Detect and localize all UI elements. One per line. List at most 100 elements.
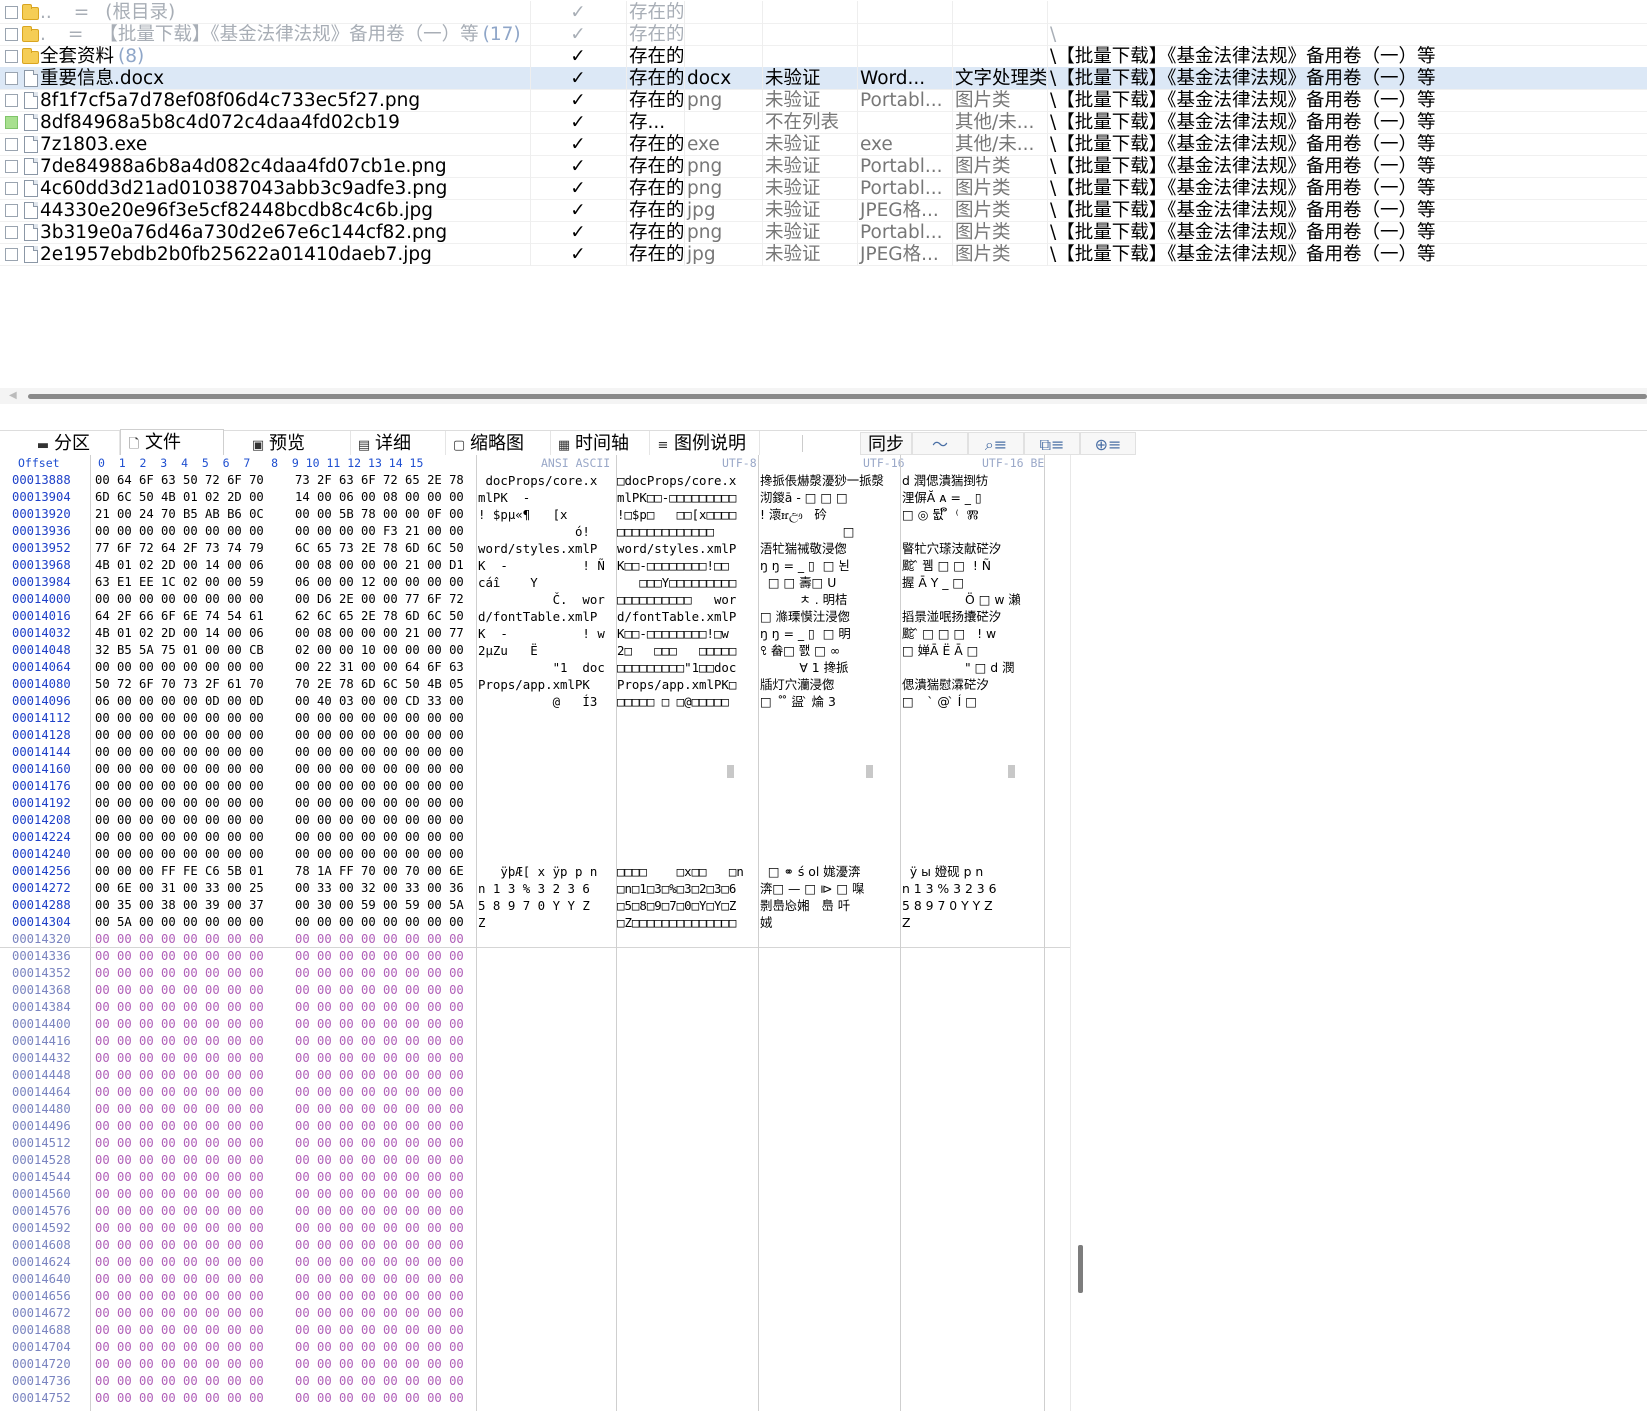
tab-preview[interactable]: ▣ 预览	[245, 431, 351, 456]
hex-row-empty[interactable]: 00014352 00 00 00 00 00 00 00 00 00 00 00 …	[0, 965, 1070, 982]
hex-row-empty[interactable]: 00014752 00 00 00 00 00 00 00 00 00 00 00 …	[0, 1390, 1070, 1407]
wave-icon[interactable]: 〜	[912, 432, 968, 455]
file-name[interactable]: 44330e20e96f3e5cf82448bcdb8c4c6b.jpg	[40, 199, 530, 222]
file-row[interactable]: 7z1803.exe ✓ 存在的 exe 未验证 exe 其他/未... \【批量下载】《基金…	[0, 133, 1647, 156]
hex-row[interactable]: 00014304 00 5A 00 00 00 00 00 00 00 00 00 …	[0, 914, 1070, 931]
vertical-scroll-thumb[interactable]	[1078, 1245, 1083, 1293]
scroll-left-icon[interactable]: ◀	[9, 390, 17, 401]
file-row[interactable]: . = 【批量下载】《基金法律法规》备用卷（一）等 (17) ✓ 存在的 \	[0, 23, 1647, 46]
hex-row[interactable]: 00014144 00 00 00 00 00 00 00 00 00 00 00 …	[0, 744, 1070, 761]
file-row[interactable]: 8f1f7cf5a7d78ef08f06d4c733ec5f27.png ✓ 存在的…	[0, 89, 1647, 112]
hex-row-empty[interactable]: 00014368 00 00 00 00 00 00 00 00 00 00 00 …	[0, 982, 1070, 999]
scroll-thumb[interactable]	[28, 394, 1647, 399]
row-checkbox[interactable]	[5, 94, 18, 107]
hex-row[interactable]: 00013968 4B 01 02 2D 00 14 00 06 00 08 00 …	[0, 557, 1070, 574]
file-name[interactable]: 7z1803.exe	[40, 133, 530, 156]
file-name[interactable]: 全套资料 (8)	[40, 45, 530, 68]
row-checkbox[interactable]	[5, 248, 18, 261]
file-name[interactable]: 3b319e0a76d46a730d2e67e6c144cf82.png	[40, 221, 530, 244]
hex-row-empty[interactable]: 00014736 00 00 00 00 00 00 00 00 00 00 00 …	[0, 1373, 1070, 1390]
hex-row[interactable]: 00014192 00 00 00 00 00 00 00 00 00 00 00 …	[0, 795, 1070, 812]
hex-row-empty[interactable]: 00014384 00 00 00 00 00 00 00 00 00 00 00 …	[0, 999, 1070, 1016]
hex-row-empty[interactable]: 00014448 00 00 00 00 00 00 00 00 00 00 00 …	[0, 1067, 1070, 1084]
hex-row-empty[interactable]: 00014608 00 00 00 00 00 00 00 00 00 00 00 …	[0, 1237, 1070, 1254]
hex-row-empty[interactable]: 00014624 00 00 00 00 00 00 00 00 00 00 00 …	[0, 1254, 1070, 1271]
file-row[interactable]: 重要信息.docx ✓ 存在的 docx 未验证 Word... 文字处理类 \【批量下载】《…	[0, 67, 1647, 90]
file-name[interactable]: 7de84988a6b8a4d082c4daa4fd07cb1e.png	[40, 155, 530, 178]
hex-row[interactable]: 00014240 00 00 00 00 00 00 00 00 00 00 00 …	[0, 846, 1070, 863]
hex-row-empty[interactable]: 00014464 00 00 00 00 00 00 00 00 00 00 00 …	[0, 1084, 1070, 1101]
row-checkbox[interactable]	[5, 226, 18, 239]
hex-row[interactable]: 00014128 00 00 00 00 00 00 00 00 00 00 00 …	[0, 727, 1070, 744]
hex-row[interactable]: 00014016 64 2F 66 6F 6E 74 54 61 62 6C 65 …	[0, 608, 1070, 625]
hex-row[interactable]: 00014096 06 00 00 00 00 0D 00 0D 00 40 03 …	[0, 693, 1070, 710]
hex-row[interactable]: 00014320 00 00 00 00 00 00 00 00 00 00 00 …	[0, 931, 1070, 948]
tab-file[interactable]: 🗋 文件	[120, 429, 224, 456]
row-checkbox[interactable]	[5, 72, 18, 85]
hex-row[interactable]: 00014048 32 B5 5A 75 01 00 00 CB 02 00 00 …	[0, 642, 1070, 659]
file-name[interactable]: 8df84968a5b8c4d072c4daa4fd02cb19	[40, 111, 530, 134]
hex-row[interactable]: 00014112 00 00 00 00 00 00 00 00 00 00 00 …	[0, 710, 1070, 727]
row-checkbox[interactable]	[5, 138, 18, 151]
row-checkbox[interactable]	[5, 50, 18, 63]
hex-row-empty[interactable]: 00014560 00 00 00 00 00 00 00 00 00 00 00 …	[0, 1186, 1070, 1203]
file-row[interactable]: 7de84988a6b8a4d082c4daa4fd07cb1e.png ✓ 存在的…	[0, 155, 1647, 178]
hex-row-empty[interactable]: 00014576 00 00 00 00 00 00 00 00 00 00 00 …	[0, 1203, 1070, 1220]
file-row[interactable]: .. = (根目录) ✓ 存在的	[0, 1, 1647, 24]
hex-row[interactable]: 00013952 77 6F 72 64 2F 73 74 79 6C 65 73 …	[0, 540, 1070, 557]
row-checkbox[interactable]	[5, 182, 18, 195]
hex-row[interactable]: 00013888 00 64 6F 63 50 72 6F 70 73 2F 63 …	[0, 472, 1070, 489]
search-list-icon[interactable]: ⌕≡	[968, 432, 1024, 455]
hex-row-empty[interactable]: 00014592 00 00 00 00 00 00 00 00 00 00 00 …	[0, 1220, 1070, 1237]
hex-row-empty[interactable]: 00014720 00 00 00 00 00 00 00 00 00 00 00 …	[0, 1356, 1070, 1373]
file-name[interactable]: 8f1f7cf5a7d78ef08f06d4c733ec5f27.png	[40, 89, 530, 112]
hex-row-empty[interactable]: 00014336 00 00 00 00 00 00 00 00 00 00 00 …	[0, 948, 1070, 965]
hex-row-empty[interactable]: 00014496 00 00 00 00 00 00 00 00 00 00 00 …	[0, 1118, 1070, 1135]
file-row[interactable]: 全套资料 (8) ✓ 存在的 \【批量下载】《基金法律法规》备用卷（一）等	[0, 45, 1647, 68]
tab-legend[interactable]: ≡ 图例说明	[650, 431, 760, 456]
copy-list-icon[interactable]: ⧉≡	[1024, 432, 1080, 455]
hex-editor[interactable]: Offset 0 1 2 3 4 5 6 7 8 9 10 11 12 13 1…	[0, 455, 1647, 1411]
target-list-icon[interactable]: ⊕≡	[1080, 432, 1136, 455]
hex-row[interactable]: 00014064 00 00 00 00 00 00 00 00 00 22 31 …	[0, 659, 1070, 676]
file-row[interactable]: 3b319e0a76d46a730d2e67e6c144cf82.png ✓ 存在的…	[0, 221, 1647, 244]
file-name[interactable]: 重要信息.docx	[40, 67, 530, 90]
hex-row[interactable]: 00014256 00 00 00 FF FE C6 5B 01 78 1A FF …	[0, 863, 1070, 880]
sync-button[interactable]: 同步	[860, 432, 912, 455]
hex-row-empty[interactable]: 00014688 00 00 00 00 00 00 00 00 00 00 00 …	[0, 1322, 1070, 1339]
hex-row[interactable]: 00014224 00 00 00 00 00 00 00 00 00 00 00 …	[0, 829, 1070, 846]
hex-row[interactable]: 00014288 00 35 00 38 00 39 00 37 00 30 00 …	[0, 897, 1070, 914]
hex-row-empty[interactable]: 00014672 00 00 00 00 00 00 00 00 00 00 00 …	[0, 1305, 1070, 1322]
row-checkbox[interactable]	[5, 6, 18, 19]
hex-row[interactable]: 00014160 00 00 00 00 00 00 00 00 00 00 00 …	[0, 761, 1070, 778]
file-row[interactable]: 8df84968a5b8c4d072c4daa4fd02cb19 ✓ 存... 不在列…	[0, 111, 1647, 134]
row-checkbox[interactable]	[5, 204, 18, 217]
hex-row[interactable]: 00014208 00 00 00 00 00 00 00 00 00 00 00 …	[0, 812, 1070, 829]
tab-timeline[interactable]: ▦ 时间轴	[551, 431, 650, 456]
hex-row-empty[interactable]: 00014416 00 00 00 00 00 00 00 00 00 00 00 …	[0, 1033, 1070, 1050]
hex-row-empty[interactable]: 00014528 00 00 00 00 00 00 00 00 00 00 00 …	[0, 1152, 1070, 1169]
hex-row[interactable]: 00014032 4B 01 02 2D 00 14 00 06 00 08 00 …	[0, 625, 1070, 642]
hex-row-empty[interactable]: 00014544 00 00 00 00 00 00 00 00 00 00 00 …	[0, 1169, 1070, 1186]
hex-row[interactable]: 00013920 21 00 24 70 B5 AB B6 0C 00 00 5B …	[0, 506, 1070, 523]
row-checkbox[interactable]	[5, 28, 18, 41]
tab-thumbnail[interactable]: ▢ 缩略图	[446, 431, 551, 456]
hex-row-empty[interactable]: 00014704 00 00 00 00 00 00 00 00 00 00 00 …	[0, 1339, 1070, 1356]
hex-row[interactable]: 00013984 63 E1 EE 1C 02 00 00 59 06 00 00 …	[0, 574, 1070, 591]
file-name[interactable]: .. = (根目录)	[40, 1, 530, 24]
file-name[interactable]: . = 【批量下载】《基金法律法规》备用卷（一）等 (17)	[40, 23, 530, 46]
file-row[interactable]: 2e1957ebdb2b0fb25622a01410daeb7.jpg ✓ 存在的 j…	[0, 243, 1647, 266]
file-row[interactable]: 4c60dd3d21ad010387043abb3c9adfe3.png ✓ 存在的…	[0, 177, 1647, 200]
row-checkbox[interactable]	[5, 116, 18, 129]
hex-row[interactable]: 00014176 00 00 00 00 00 00 00 00 00 00 00 …	[0, 778, 1070, 795]
hex-row[interactable]: 00014000 00 00 00 00 00 00 00 00 00 D6 2E …	[0, 591, 1070, 608]
hex-row-empty[interactable]: 00014656 00 00 00 00 00 00 00 00 00 00 00 …	[0, 1288, 1070, 1305]
hex-row[interactable]: 00013936 00 00 00 00 00 00 00 00 00 00 00 …	[0, 523, 1070, 540]
hex-row-empty[interactable]: 00014400 00 00 00 00 00 00 00 00 00 00 00 …	[0, 1016, 1070, 1033]
hex-row[interactable]: 00014272 00 6E 00 31 00 33 00 25 00 33 00 …	[0, 880, 1070, 897]
hex-row-empty[interactable]: 00014432 00 00 00 00 00 00 00 00 00 00 00 …	[0, 1050, 1070, 1067]
tab-details[interactable]: ▤ 详细	[351, 431, 446, 456]
file-row[interactable]: 44330e20e96f3e5cf82448bcdb8c4c6b.jpg ✓ 存在的…	[0, 199, 1647, 222]
hex-row[interactable]: 00014080 50 72 6F 70 73 2F 61 70 70 2E 78 …	[0, 676, 1070, 693]
file-name[interactable]: 2e1957ebdb2b0fb25622a01410daeb7.jpg	[40, 243, 530, 266]
